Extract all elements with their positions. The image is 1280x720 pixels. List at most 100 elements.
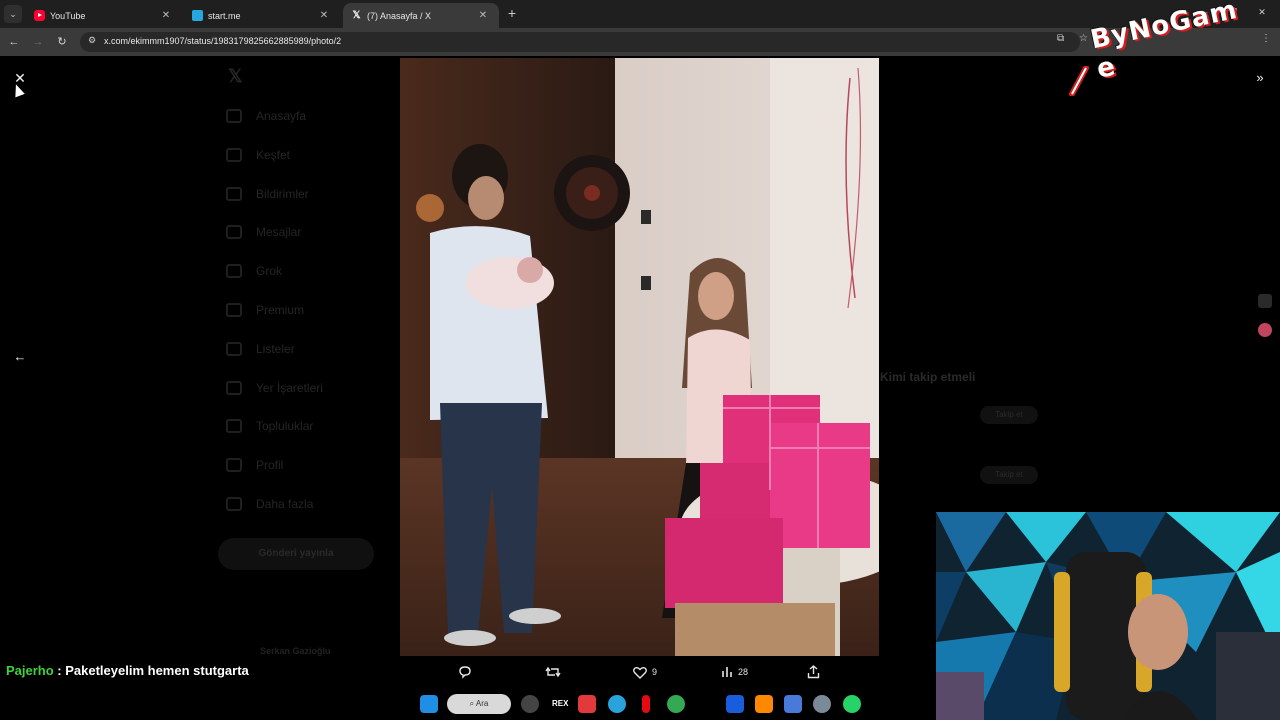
address-bar[interactable]: ⚙ x.com/ekimmm1907/status/19831798256628… bbox=[80, 32, 1080, 52]
post-button[interactable]: Gönderi yayınla bbox=[218, 538, 374, 570]
taskbar-app-icon[interactable] bbox=[578, 695, 596, 713]
tab-close-icon[interactable]: ✕ bbox=[477, 10, 489, 21]
nav-item-explore[interactable]: Keşfet bbox=[226, 145, 290, 165]
site-info-icon[interactable]: ⚙ bbox=[88, 35, 96, 46]
repost-icon bbox=[545, 666, 561, 678]
photo-image bbox=[400, 58, 879, 656]
views-icon bbox=[722, 667, 732, 677]
tab-label: (7) Anasayfa / X bbox=[367, 10, 432, 21]
like-count: 9 bbox=[652, 667, 658, 677]
reply-icon bbox=[459, 666, 471, 679]
views-count: 28 bbox=[738, 667, 749, 677]
telegram-icon[interactable] bbox=[608, 695, 626, 713]
nav-label: Profil bbox=[256, 458, 284, 472]
user-icon bbox=[226, 458, 242, 472]
tab-close-icon[interactable]: ✕ bbox=[318, 10, 330, 21]
nav-item-grok[interactable]: Grok bbox=[226, 261, 282, 281]
x-premium-icon bbox=[226, 303, 242, 317]
nav-label: Mesajlar bbox=[256, 225, 302, 239]
whatsapp-icon[interactable] bbox=[843, 695, 861, 713]
nav-item-more[interactable]: Daha fazla bbox=[226, 494, 313, 514]
vlc-icon[interactable] bbox=[755, 695, 773, 713]
reply-button[interactable] bbox=[458, 664, 477, 680]
like-button[interactable]: 9 bbox=[633, 664, 657, 680]
nav-label: Premium bbox=[256, 303, 305, 317]
follow-button[interactable]: Takip et bbox=[980, 466, 1038, 484]
tab-startme[interactable]: start.me ✕ bbox=[184, 3, 340, 28]
nav-label: Keşfet bbox=[256, 148, 291, 162]
nav-item-communities[interactable]: Topluluklar bbox=[226, 416, 313, 436]
taskbar-search-label: Ara bbox=[475, 699, 489, 708]
tab-youtube[interactable]: YouTube ✕ bbox=[26, 3, 182, 28]
tab-close-icon[interactable]: ✕ bbox=[160, 10, 172, 21]
people-icon bbox=[226, 419, 242, 433]
bitwarden-icon[interactable] bbox=[726, 695, 744, 713]
chrome-icon[interactable] bbox=[667, 695, 685, 713]
nav-item-premium[interactable]: Premium bbox=[226, 300, 304, 320]
taskbar-app-icon[interactable] bbox=[521, 695, 539, 713]
bell-icon bbox=[226, 187, 242, 201]
share-button[interactable] bbox=[807, 664, 825, 680]
settings-gear-icon[interactable] bbox=[813, 695, 831, 713]
nav-label: Grok bbox=[256, 264, 283, 278]
previous-media-icon[interactable]: ← bbox=[12, 349, 28, 365]
nav-item-messages[interactable]: Mesajlar bbox=[226, 222, 301, 242]
screen: ⌄ YouTube ✕ start.me ✕ 𝕏 (7) Anasayfa / … bbox=[0, 0, 1280, 720]
list-icon bbox=[226, 342, 242, 356]
stream-chat-message: Pajerho : Paketleyelim hemen stutgarta bbox=[6, 663, 249, 678]
views-button[interactable]: 28 bbox=[721, 664, 748, 680]
chrome-active-icon[interactable] bbox=[784, 695, 802, 713]
url-text: x.com/ekimmm1907/status/1983179825662885… bbox=[104, 36, 342, 46]
back-icon[interactable]: ← bbox=[6, 34, 22, 50]
brush-stroke-icon bbox=[1069, 66, 1089, 96]
grok-icon bbox=[226, 264, 242, 278]
repost-button[interactable] bbox=[545, 664, 566, 680]
install-icon[interactable]: ⧉ bbox=[1057, 33, 1064, 44]
streamer-webcam bbox=[936, 512, 1280, 720]
chat-username: Pajerho bbox=[6, 663, 54, 678]
home-icon bbox=[226, 109, 242, 123]
nav-label: Bildirimler bbox=[256, 187, 309, 201]
nav-item-bookmarks[interactable]: Yer İşaretleri bbox=[226, 378, 323, 398]
extension-grid-icon[interactable] bbox=[1258, 294, 1272, 308]
nav-item-profile[interactable]: Profil bbox=[226, 455, 283, 475]
tab-search-button[interactable]: ⌄ bbox=[4, 5, 22, 23]
startme-icon bbox=[192, 10, 203, 21]
post-photo[interactable] bbox=[400, 58, 879, 656]
account-name[interactable]: Serkan Gazioğlu bbox=[260, 646, 331, 656]
nav-label: Yer İşaretleri bbox=[256, 381, 323, 395]
chat-text: : Paketleyelim hemen stutgarta bbox=[53, 663, 249, 678]
forward-icon[interactable]: → bbox=[30, 34, 46, 50]
share-icon bbox=[807, 665, 820, 679]
nav-item-notifications[interactable]: Bildirimler bbox=[226, 184, 309, 204]
media-action-bar: 9 28 bbox=[400, 660, 879, 684]
more-circle-icon bbox=[226, 497, 242, 511]
nav-label: Listeler bbox=[256, 342, 295, 356]
x-logo-icon: 𝕏 bbox=[352, 10, 361, 21]
webcam-image bbox=[936, 512, 1280, 720]
netflix-icon[interactable] bbox=[642, 695, 650, 713]
windows-taskbar: ⌕ Ara REX bbox=[400, 688, 880, 720]
tab-label: start.me bbox=[208, 10, 241, 21]
streamer-logo: ByNoGam e bbox=[1066, 0, 1256, 98]
taskbar-search[interactable]: ⌕ Ara bbox=[447, 694, 511, 714]
nav-item-home[interactable]: Anasayfa bbox=[226, 106, 306, 126]
mail-icon bbox=[226, 225, 242, 239]
taskbar-rex-icon[interactable]: REX bbox=[552, 699, 568, 708]
tab-x[interactable]: 𝕏 (7) Anasayfa / X ✕ bbox=[343, 3, 499, 28]
nav-label: Anasayfa bbox=[256, 109, 307, 123]
reload-icon[interactable]: ↻ bbox=[54, 34, 70, 50]
x-home-logo-icon[interactable]: 𝕏 bbox=[228, 66, 243, 87]
nav-label: Daha fazla bbox=[256, 497, 314, 511]
windows-start-icon[interactable] bbox=[420, 695, 438, 713]
extension-translate-icon[interactable] bbox=[1258, 323, 1272, 337]
heart-icon bbox=[633, 666, 647, 679]
nav-item-lists[interactable]: Listeler bbox=[226, 339, 295, 359]
new-tab-button[interactable]: + bbox=[505, 6, 519, 20]
bookmark-icon bbox=[226, 381, 242, 395]
search-icon bbox=[226, 148, 242, 162]
youtube-icon bbox=[34, 10, 45, 21]
nav-label: Topluluklar bbox=[256, 419, 314, 433]
follow-button[interactable]: Takip et bbox=[980, 406, 1038, 424]
tab-label: YouTube bbox=[50, 10, 86, 21]
